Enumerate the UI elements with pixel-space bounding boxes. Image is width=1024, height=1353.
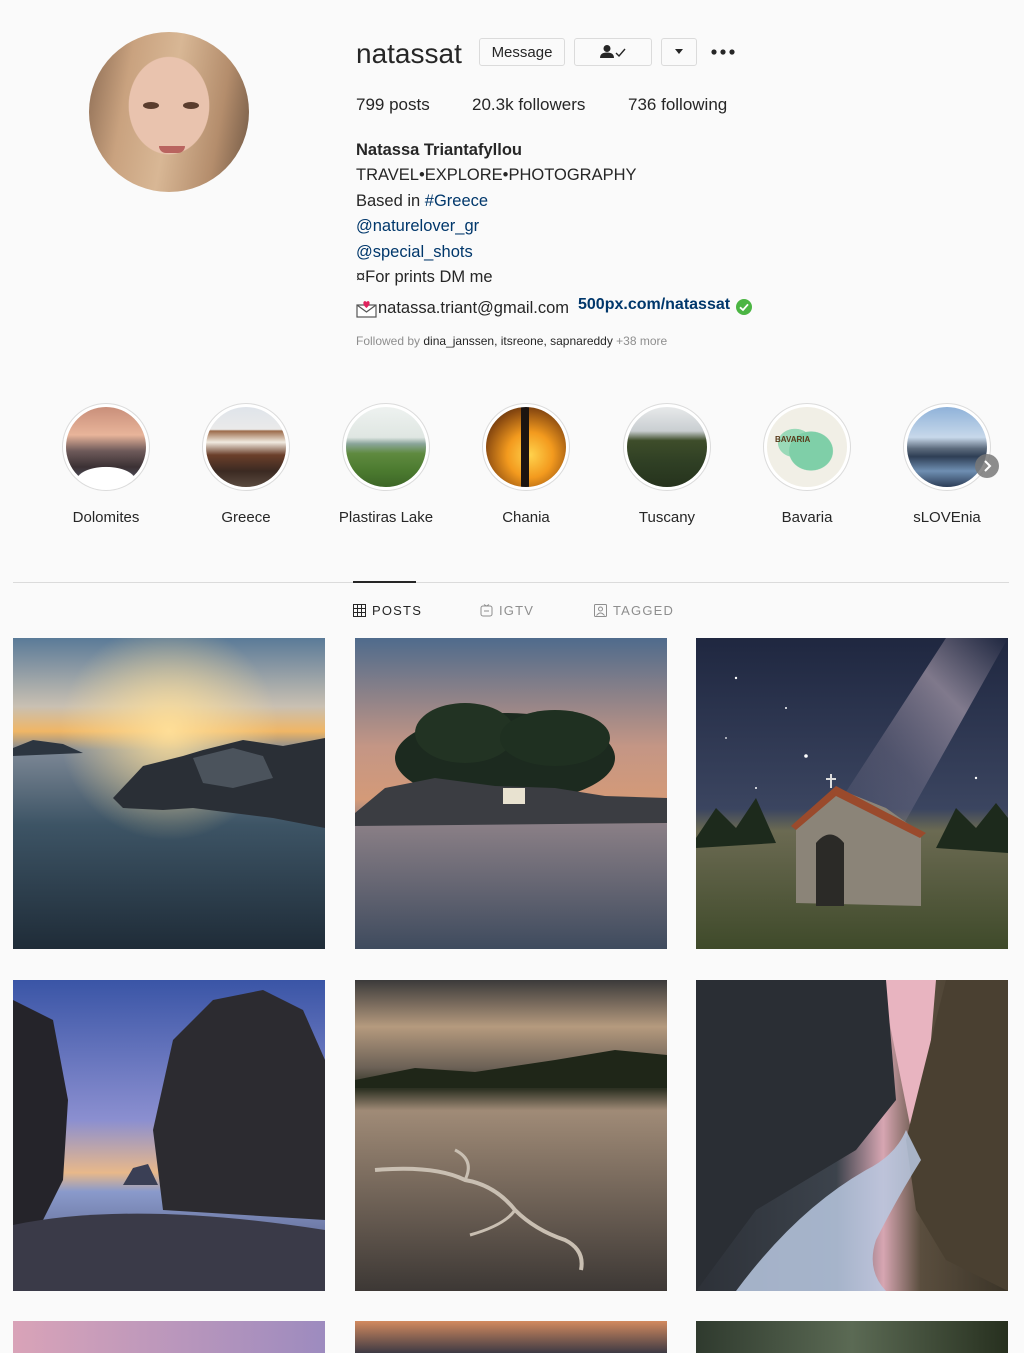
post-island-trees[interactable] <box>355 638 667 949</box>
tagged-icon <box>594 604 607 617</box>
grid-icon <box>353 604 366 617</box>
tab-tagged[interactable]: TAGGED <box>594 603 674 618</box>
full-name: Natassa Triantafyllou <box>356 141 522 159</box>
bio-email-line: natassa.triant@gmail.com <box>356 296 569 322</box>
followers-count: 20.3k <box>472 95 514 114</box>
post-image <box>696 980 1008 1291</box>
more-dots-icon <box>711 49 735 55</box>
highlight-greece[interactable]: Greece <box>176 403 316 526</box>
tab-igtv-label: IGTV <box>499 603 535 618</box>
post-image <box>355 980 667 1291</box>
followed-by-more: +38 more <box>612 334 668 348</box>
post-chapel-milkyway[interactable] <box>696 638 1008 949</box>
profile-avatar[interactable] <box>89 32 249 192</box>
highlight-chania[interactable]: Chania <box>456 403 596 526</box>
followers-label: followers <box>513 95 586 114</box>
post-image <box>13 980 325 1291</box>
posts-count: 799 <box>356 95 385 114</box>
tab-tagged-label: TAGGED <box>613 603 675 618</box>
following-count: 736 <box>628 95 657 114</box>
post-image <box>355 638 667 949</box>
highlight-label: Bavaria <box>781 509 833 526</box>
posts-count-stat: 799 posts <box>356 95 430 115</box>
message-button-label: Message <box>491 43 553 61</box>
highlight-plastiras-lake[interactable]: Plastiras Lake <box>316 403 456 526</box>
post-image <box>696 1321 1008 1353</box>
avatar-eye <box>183 102 199 109</box>
highlight-tuscany-image <box>627 407 707 487</box>
naturelover-mention-link[interactable]: @naturelover_gr <box>356 214 479 240</box>
post-gorge-waterfall[interactable] <box>696 980 1008 1291</box>
tab-igtv[interactable]: IGTV <box>480 603 534 618</box>
website-link[interactable]: 500px.com/natassat <box>578 294 753 316</box>
post-image <box>13 638 325 949</box>
post-image <box>696 638 1008 949</box>
bio-email: natassa.triant@gmail.com <box>378 299 569 317</box>
avatar-mouth <box>159 146 185 153</box>
highlight-slovenia-image <box>907 407 987 487</box>
message-button[interactable]: Message <box>479 38 565 66</box>
tab-posts[interactable]: POSTS <box>353 603 422 618</box>
website-label: 500px.com/natassat <box>578 296 731 313</box>
highlights-next-button[interactable] <box>975 454 999 478</box>
caret-down-icon <box>675 49 683 54</box>
highlight-dolomites[interactable]: Dolomites <box>36 403 176 526</box>
followed-by-names: dina_janssen, itsreone, sapnareddy <box>423 334 613 348</box>
following-button[interactable] <box>574 38 652 66</box>
highlight-label: Dolomites <box>72 509 140 526</box>
highlight-label: sLOVEnia <box>913 509 981 526</box>
highlight-bavaria-image: BAVARIA <box>767 407 847 487</box>
highlight-chania-image <box>486 407 566 487</box>
bio-location-prefix: Based in <box>356 192 425 210</box>
active-tab-indicator <box>353 581 416 583</box>
followers-stat[interactable]: 20.3k followers <box>472 95 585 115</box>
highlight-label: Tuscany <box>638 509 696 526</box>
highlight-bavaria[interactable]: BAVARIA Bavaria <box>737 403 877 526</box>
bio-prints-note: ¤For prints DM me <box>356 268 493 286</box>
following-label: following <box>656 95 728 114</box>
tabs-divider <box>13 582 1009 583</box>
more-options-button[interactable] <box>710 44 738 60</box>
post-image <box>13 1321 325 1353</box>
tab-posts-label: POSTS <box>372 603 423 618</box>
highlight-label: Chania <box>502 509 550 526</box>
post-sunset-rocks[interactable] <box>13 638 325 949</box>
chevron-right-icon <box>984 460 992 472</box>
bio-location: Based in #Greece <box>356 189 488 215</box>
post-beach-cliff[interactable] <box>13 980 325 1291</box>
followed-by-prefix: Followed by <box>356 334 424 348</box>
bio-tagline: TRAVEL•EXPLORE•PHOTOGRAPHY <box>356 166 637 184</box>
bavaria-map-text: BAVARIA <box>775 435 811 444</box>
highlight-plastiras-lake-image <box>346 407 426 487</box>
greece-hashtag-link[interactable]: #Greece <box>425 192 488 210</box>
highlight-label: Plastiras Lake <box>338 509 434 526</box>
envelope-heart-icon <box>356 300 377 318</box>
post-partial-3[interactable] <box>696 1321 1008 1353</box>
igtv-icon <box>480 604 493 617</box>
followed-by-line[interactable]: Followed by dina_janssen, itsreone, sapn… <box>356 334 667 348</box>
person-check-icon <box>600 45 626 58</box>
following-stat[interactable]: 736 following <box>628 95 727 115</box>
posts-label: posts <box>384 95 430 114</box>
highlight-tuscany[interactable]: Tuscany <box>597 403 737 526</box>
highlight-label: Greece <box>221 509 271 526</box>
special-shots-mention-link[interactable]: @special_shots <box>356 240 473 266</box>
post-partial-2[interactable] <box>355 1321 667 1353</box>
profile-username: natassat <box>356 38 462 69</box>
post-partial-1[interactable] <box>13 1321 325 1353</box>
suggested-dropdown-button[interactable] <box>661 38 697 66</box>
verified-check-icon <box>736 299 753 315</box>
post-lake-driftwood[interactable] <box>355 980 667 1291</box>
highlight-dolomites-image <box>66 407 146 487</box>
avatar-eye <box>143 102 159 109</box>
post-image <box>355 1321 667 1353</box>
highlight-greece-image <box>206 407 286 487</box>
